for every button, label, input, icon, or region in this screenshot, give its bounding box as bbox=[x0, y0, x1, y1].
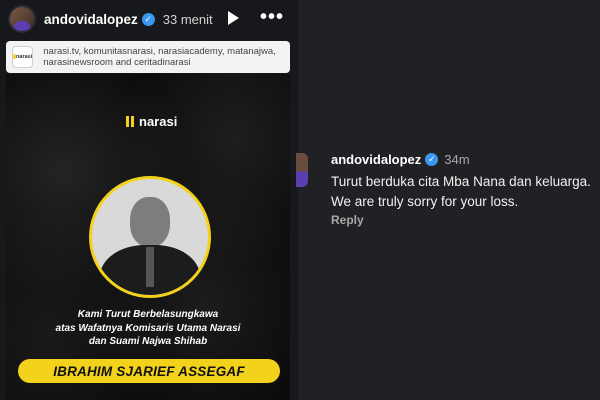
story-poster-image: narasi Kami Turut Berbelasungkawa atas W… bbox=[6, 74, 290, 400]
portrait-tie bbox=[146, 247, 154, 287]
shared-post-card[interactable]: ▮ narasi narasi.tv, komunitasnarasi, nara… bbox=[6, 41, 290, 73]
story-timestamp: 33 menit bbox=[162, 11, 213, 27]
comment-username[interactable]: andovidalopez bbox=[331, 152, 421, 167]
condolence-line: dan Suami Najwa Shihab bbox=[88, 336, 208, 347]
poster-brand-text: narasi bbox=[139, 114, 178, 129]
play-icon[interactable] bbox=[228, 11, 239, 25]
comment-timestamp: 34m bbox=[444, 152, 470, 167]
avatar[interactable] bbox=[8, 5, 36, 33]
comment-text: Turut berduka cita Mba Nana dan keluarga… bbox=[331, 174, 591, 209]
story-panel: andovidalopez ✓ 33 menit ••• ▮ narasi nar… bbox=[0, 0, 298, 400]
narasi-brand-icon bbox=[126, 116, 135, 127]
condolence-line: atas Wafatnya Komisaris Utama Narasi bbox=[55, 322, 241, 334]
name-banner: IBRAHIM SJARIEF ASSEGAF bbox=[18, 359, 280, 383]
narasi-logo-icon: ▮ narasi bbox=[12, 46, 34, 68]
more-options-icon[interactable]: ••• bbox=[260, 6, 284, 29]
portrait-head bbox=[130, 197, 170, 247]
comment-header: andovidalopez ✓ 34m bbox=[331, 152, 470, 167]
condolence-text: Kami Turut Berbelasungkawa atas Wafatnya… bbox=[6, 308, 290, 349]
condolence-line: Kami Turut Berbelasungkawa bbox=[77, 309, 219, 320]
verified-badge-icon: ✓ bbox=[141, 12, 155, 26]
reply-button[interactable]: Reply bbox=[331, 213, 364, 227]
portrait-photo bbox=[89, 176, 211, 298]
comment-avatar[interactable] bbox=[296, 153, 308, 187]
shared-accounts-text: narasi.tv, komunitasnarasi, narasiacadem… bbox=[43, 46, 276, 68]
story-header: andovidalopez ✓ 33 menit bbox=[0, 0, 298, 38]
verified-badge-icon: ✓ bbox=[425, 153, 439, 166]
story-username[interactable]: andovidalopez bbox=[44, 12, 138, 27]
poster-brand: narasi bbox=[126, 114, 177, 129]
